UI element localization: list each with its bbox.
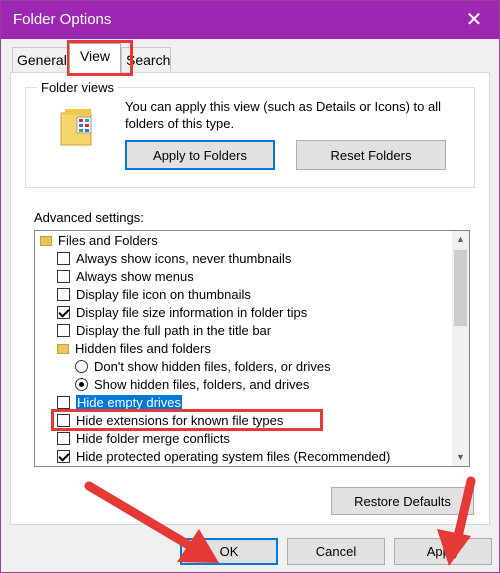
close-icon[interactable]: ✕: [449, 1, 499, 39]
checkbox[interactable]: [57, 270, 70, 283]
scroll-down-icon[interactable]: ▼: [452, 449, 469, 466]
tab-view[interactable]: View: [69, 43, 121, 73]
option-display-full-path[interactable]: Display the full path in the title bar: [57, 322, 271, 340]
option-show-hidden[interactable]: Show hidden files, folders, and drives: [75, 376, 309, 394]
checkbox[interactable]: [57, 252, 70, 265]
apply-button[interactable]: Apply: [394, 538, 492, 565]
folder-views-description: You can apply this view (such as Details…: [125, 99, 442, 131]
option-hide-merge-conflicts[interactable]: Hide folder merge conflicts: [57, 430, 230, 448]
folder-icon: [40, 236, 52, 246]
checkbox[interactable]: [57, 324, 70, 337]
radio-button-checked[interactable]: [75, 378, 88, 391]
tab-general[interactable]: General: [12, 47, 69, 72]
vertical-scrollbar[interactable]: ▲ ▼: [452, 231, 469, 466]
advanced-settings-list: Files and Folders Always show icons, nev…: [34, 230, 470, 467]
checkbox[interactable]: [57, 432, 70, 445]
folder-views-title: Folder views: [37, 80, 118, 95]
title-bar: Folder Options ✕: [1, 1, 499, 39]
option-display-file-size[interactable]: Display file size information in folder …: [57, 304, 307, 322]
checkbox[interactable]: [57, 288, 70, 301]
cancel-button[interactable]: Cancel: [287, 538, 385, 565]
radio-button[interactable]: [75, 360, 88, 373]
checkbox-checked[interactable]: [57, 450, 70, 463]
annotation-box-hide-extensions: [51, 409, 323, 431]
folder-icon: [57, 344, 69, 354]
window-title: Folder Options: [13, 11, 112, 28]
option-dont-show-hidden[interactable]: Don't show hidden files, folders, or dri…: [75, 358, 331, 376]
advanced-settings-label: Advanced settings:: [34, 210, 144, 225]
scrollbar-thumb[interactable]: [454, 250, 467, 326]
apply-to-folders-button[interactable]: Apply to Folders: [125, 140, 275, 170]
ok-button[interactable]: OK: [180, 538, 278, 565]
reset-folders-button[interactable]: Reset Folders: [296, 140, 446, 170]
folder-options-window: Folder Options ✕ General View Search Fol…: [0, 0, 500, 573]
option-display-file-icon[interactable]: Display file icon on thumbnails: [57, 286, 251, 304]
checkbox[interactable]: [57, 396, 70, 409]
option-always-show-menus[interactable]: Always show menus: [57, 268, 194, 286]
folder-views-icon: [60, 109, 92, 146]
option-always-show-icons[interactable]: Always show icons, never thumbnails: [57, 250, 291, 268]
tree-folder-hidden-files: Hidden files and folders: [57, 340, 211, 358]
restore-defaults-button[interactable]: Restore Defaults: [331, 487, 474, 515]
scroll-up-icon[interactable]: ▲: [452, 231, 469, 248]
tree-folder-files-and-folders: Files and Folders: [40, 232, 158, 250]
option-hide-protected-files[interactable]: Hide protected operating system files (R…: [57, 448, 390, 466]
checkbox-checked[interactable]: [57, 306, 70, 319]
